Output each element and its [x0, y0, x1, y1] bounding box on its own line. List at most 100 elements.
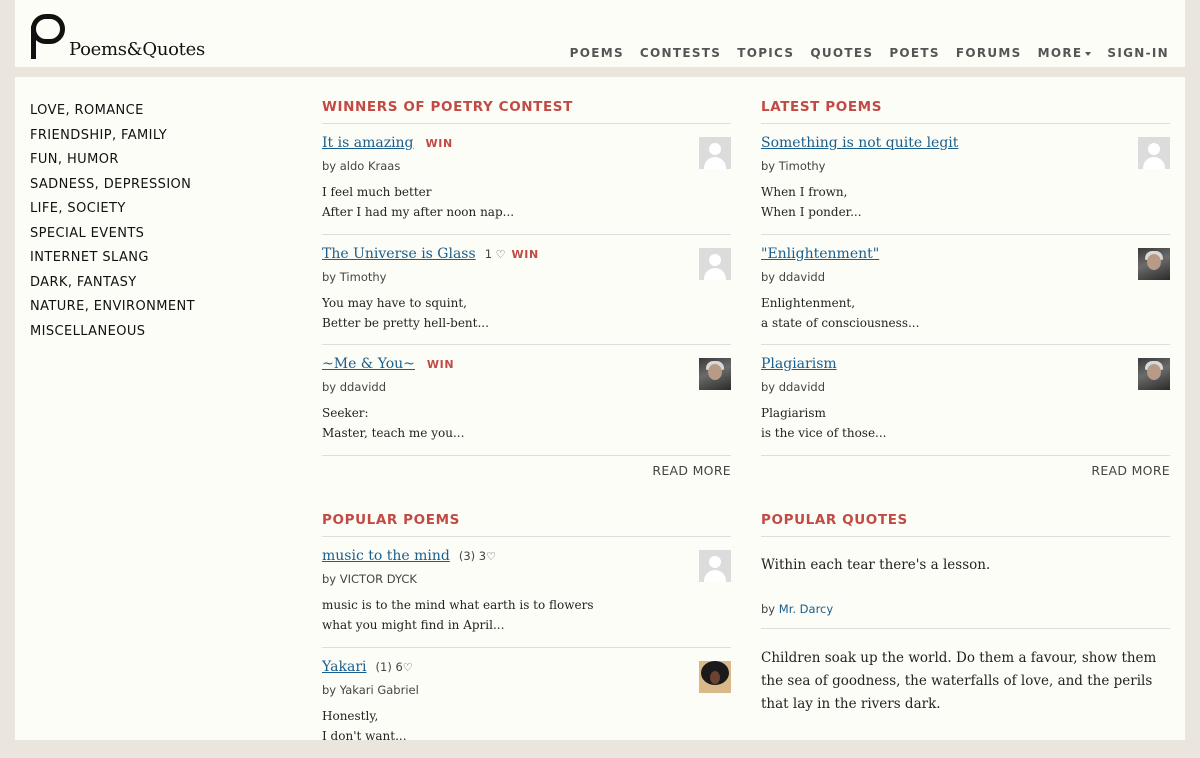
poem-item: music to the mind (3) 3♡ by VICTOR DYCK … — [322, 537, 731, 648]
poem-author: by ddavidd — [322, 380, 386, 394]
section-title: POPULAR POEMS — [322, 512, 731, 537]
quote-author-prefix: by — [761, 602, 775, 616]
nav-more-label: MORE — [1038, 46, 1083, 60]
nav-sign-in[interactable]: SIGN-IN — [1107, 46, 1169, 60]
latest-poems-section: LATEST POEMS Something is not quite legi… — [761, 99, 1170, 456]
section-title: POPULAR QUOTES — [761, 512, 1170, 537]
poem-title-link[interactable]: Plagiarism — [761, 356, 837, 372]
poem-title-link[interactable]: Yakari — [322, 659, 367, 675]
nav-poets[interactable]: POETS — [889, 46, 940, 60]
poem-excerpt-line: a state of consciousness... — [761, 316, 919, 330]
poem-excerpt-line: what you might find in April... — [322, 618, 504, 632]
read-more-link[interactable]: READ MORE — [1091, 463, 1170, 478]
poem-title-link[interactable]: Something is not quite legit — [761, 135, 958, 151]
poem-excerpt-line: Honestly, — [322, 709, 378, 723]
poem-excerpt-line: music is to the mind what earth is to fl… — [322, 598, 594, 612]
quote-text: Within each tear there's a lesson. — [761, 554, 990, 577]
logo-icon — [31, 12, 65, 60]
sidebar-item-special-events[interactable]: SPECIAL EVENTS — [30, 222, 195, 247]
sidebar-item-internet-slang[interactable]: INTERNET SLANG — [30, 246, 195, 271]
heart-icon: ♡ — [403, 661, 413, 674]
poem-item: Something is not quite legit by Timothy … — [761, 124, 1170, 235]
user-photo-avatar[interactable] — [699, 358, 731, 390]
poem-title-link[interactable]: "Enlightenment" — [761, 246, 879, 262]
site-header: Poems&Quotes POEMS CONTESTS TOPICS QUOTE… — [15, 0, 1185, 67]
nav-poems[interactable]: POEMS — [570, 46, 624, 60]
win-badge: WIN — [512, 248, 539, 261]
section-title: LATEST POEMS — [761, 99, 1170, 124]
quote-item: Children soak up the world. Do them a fa… — [761, 629, 1170, 716]
poem-item: ~Me & You~ WIN by ddavidd Seeker: Master… — [322, 345, 731, 456]
poem-item: Plagiarism by ddavidd Plagiarism is the … — [761, 345, 1170, 456]
poem-author: by Timothy — [322, 270, 386, 284]
poem-author: by Timothy — [761, 159, 825, 173]
poem-stats: (3) 3♡ — [459, 549, 496, 563]
heart-icon: ♡ — [486, 550, 496, 563]
likes-count: 1 — [485, 247, 492, 261]
nav-quotes[interactable]: QUOTES — [810, 46, 873, 60]
poem-excerpt-line: is the vice of those... — [761, 426, 887, 440]
popular-quotes-section: POPULAR QUOTES Within each tear there's … — [761, 512, 1170, 716]
popular-poems-section: POPULAR POEMS music to the mind (3) 3♡ b… — [322, 512, 731, 758]
heart-icon: ♡ — [496, 248, 506, 261]
nav-more[interactable]: MORE — [1038, 46, 1092, 60]
quote-author-link[interactable]: Mr. Darcy — [779, 602, 833, 616]
user-photo-avatar[interactable] — [699, 661, 731, 693]
poem-title-link[interactable]: The Universe is Glass — [322, 246, 476, 262]
quote-item: Within each tear there's a lesson. by Mr… — [761, 537, 1170, 629]
poem-author: by ddavidd — [761, 270, 825, 284]
poem-item: "Enlightenment" by ddavidd Enlightenment… — [761, 235, 1170, 346]
nav-topics[interactable]: TOPICS — [737, 46, 794, 60]
sidebar-item-love-romance[interactable]: LOVE, ROMANCE — [30, 99, 195, 124]
poem-stats: 1 ♡ — [485, 247, 506, 261]
user-photo-avatar[interactable] — [1138, 248, 1170, 280]
nav-forums[interactable]: FORUMS — [956, 46, 1022, 60]
default-avatar-icon[interactable] — [1138, 137, 1170, 169]
site-logo[interactable]: Poems&Quotes — [31, 12, 205, 60]
poem-excerpt-line: Plagiarism — [761, 406, 826, 420]
poem-author: by Yakari Gabriel — [322, 683, 419, 697]
sidebar-item-fun-humor[interactable]: FUN, HUMOR — [30, 148, 195, 173]
poem-item: It is amazing WIN by aldo Kraas I feel m… — [322, 124, 731, 235]
section-title: WINNERS OF POETRY CONTEST — [322, 99, 731, 124]
main-content: LOVE, ROMANCE FRIENDSHIP, FAMILY FUN, HU… — [15, 77, 1185, 740]
read-more-link[interactable]: READ MORE — [652, 463, 731, 478]
chevron-down-icon — [1085, 52, 1091, 56]
poem-excerpt-line: I don't want... — [322, 729, 407, 743]
win-badge: WIN — [427, 358, 454, 371]
user-photo-avatar[interactable] — [1138, 358, 1170, 390]
poem-title-link[interactable]: It is amazing — [322, 135, 414, 151]
sidebar-item-friendship-family[interactable]: FRIENDSHIP, FAMILY — [30, 124, 195, 149]
poem-item: Yakari (1) 6♡ by Yakari Gabriel Honestly… — [322, 648, 731, 758]
poem-author: by VICTOR DYCK — [322, 572, 417, 586]
win-badge: WIN — [426, 137, 453, 150]
poem-title-link[interactable]: music to the mind — [322, 548, 450, 564]
main-nav: POEMS CONTESTS TOPICS QUOTES POETS FORUM… — [554, 46, 1169, 60]
poem-author: by ddavidd — [761, 380, 825, 394]
poem-excerpt-line: You may have to squint, — [322, 296, 467, 310]
poem-item: The Universe is Glass 1 ♡ WIN by Timothy… — [322, 235, 731, 346]
topic-sidebar: LOVE, ROMANCE FRIENDSHIP, FAMILY FUN, HU… — [30, 99, 195, 344]
sidebar-item-sadness-depression[interactable]: SADNESS, DEPRESSION — [30, 173, 195, 198]
poem-excerpt-line: I feel much better — [322, 185, 432, 199]
poem-excerpt-line: After I had my after noon nap... — [322, 205, 514, 219]
contest-winners-section: WINNERS OF POETRY CONTEST It is amazing … — [322, 99, 731, 456]
comments-likes-count: (3) 3 — [459, 549, 486, 563]
sidebar-item-nature-environment[interactable]: NATURE, ENVIRONMENT — [30, 295, 195, 320]
poem-author: by aldo Kraas — [322, 159, 400, 173]
quote-text: Children soak up the world. Do them a fa… — [761, 647, 1170, 716]
sidebar-item-dark-fantasy[interactable]: DARK, FANTASY — [30, 271, 195, 296]
quote-author: by Mr. Darcy — [761, 602, 833, 616]
poem-excerpt-line: Better be pretty hell-bent... — [322, 316, 489, 330]
default-avatar-icon[interactable] — [699, 137, 731, 169]
poem-excerpt-line: Master, teach me you... — [322, 426, 464, 440]
poem-excerpt-line: Enlightenment, — [761, 296, 855, 310]
poem-excerpt-line: Seeker: — [322, 406, 369, 420]
default-avatar-icon[interactable] — [699, 550, 731, 582]
poem-title-link[interactable]: ~Me & You~ — [322, 356, 415, 372]
sidebar-item-life-society[interactable]: LIFE, SOCIETY — [30, 197, 195, 222]
nav-contests[interactable]: CONTESTS — [640, 46, 721, 60]
sidebar-item-miscellaneous[interactable]: MISCELLANEOUS — [30, 320, 195, 345]
default-avatar-icon[interactable] — [699, 248, 731, 280]
poem-stats: (1) 6♡ — [376, 660, 413, 674]
